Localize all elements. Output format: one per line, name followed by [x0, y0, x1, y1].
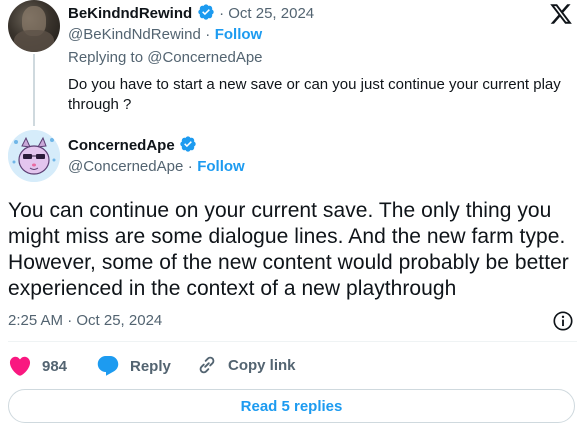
concernedape-avatar[interactable]: [8, 130, 60, 182]
tweet-timestamp[interactable]: 2:25 AM · Oct 25, 2024: [8, 312, 162, 329]
parent-date[interactable]: · Oct 25, 2024: [219, 5, 314, 22]
parent-handle-row: @BeKindNdRewind · Follow: [68, 26, 263, 43]
verified-badge-icon: [197, 4, 214, 20]
verified-badge-icon: [180, 136, 196, 152]
x-logo-icon[interactable]: [549, 2, 573, 26]
like-count: 984: [42, 357, 68, 375]
reply-bubble-icon: [97, 356, 119, 376]
avatar-cat-illustration: [8, 130, 60, 182]
divider: [8, 341, 577, 342]
copy-link-action[interactable]: Copy link: [196, 354, 296, 376]
parent-avatar[interactable]: [8, 0, 60, 52]
parent-follow-button[interactable]: Follow: [215, 26, 263, 43]
copy-link-label: Copy link: [228, 356, 296, 374]
link-icon: [199, 356, 215, 374]
tweet-text: You can continue on your current save. T…: [8, 199, 569, 300]
read-replies-button[interactable]: Read 5 replies: [8, 389, 575, 423]
parent-header: BeKindndRewind · Oct 25, 2024: [68, 3, 314, 23]
parent-handle[interactable]: @BeKindNdRewind: [68, 26, 201, 43]
reply-label: Reply: [130, 357, 171, 375]
read-replies-label: Read 5 replies: [240, 397, 343, 415]
thread-connector-line: [33, 54, 35, 126]
tweet-display-name[interactable]: ConcernedApe: [68, 137, 175, 154]
tweet-header: ConcernedApe: [68, 135, 197, 155]
heart-icon: [9, 356, 31, 376]
tweet-follow-button[interactable]: Follow: [197, 158, 245, 175]
replying-to-text: Replying to @ConcernedApe: [68, 49, 263, 66]
tweet-handle[interactable]: @ConcernedApe: [68, 158, 183, 175]
parent-display-name[interactable]: BeKindndRewind: [68, 5, 192, 22]
reply-action[interactable]: Reply: [96, 354, 171, 378]
parent-tweet-text: Do you have to start a new save or can y…: [68, 76, 561, 113]
tweet-handle-row: @ConcernedApe · Follow: [68, 158, 245, 175]
info-icon[interactable]: [552, 310, 574, 332]
like-action[interactable]: 984: [8, 354, 67, 378]
